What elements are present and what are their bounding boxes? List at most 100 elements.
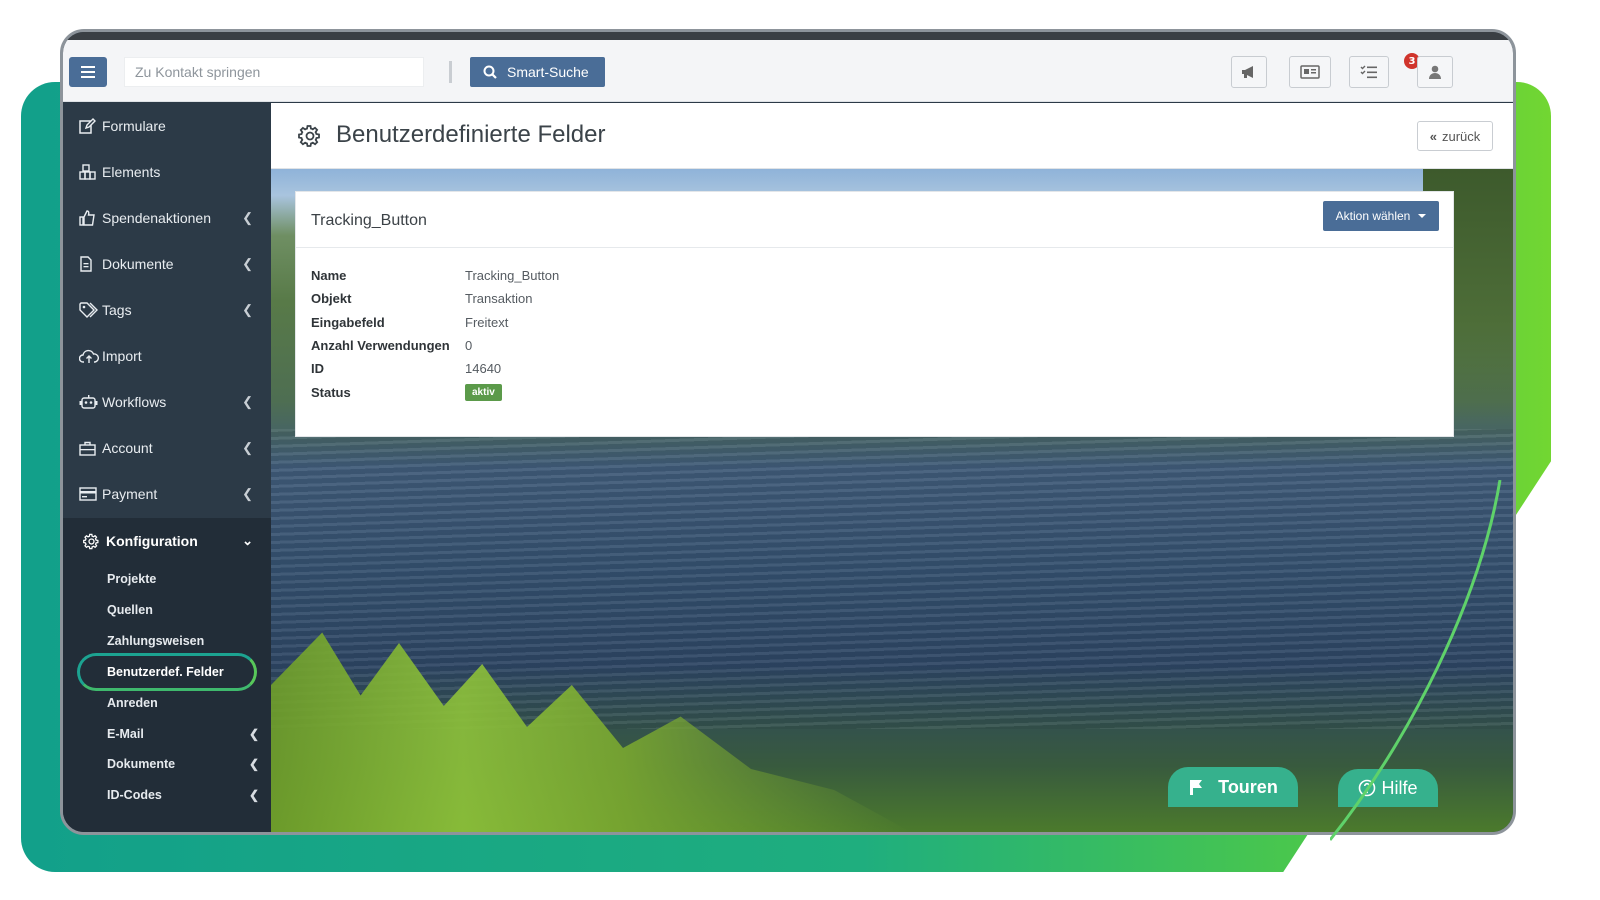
- window-top-bar: [63, 32, 1513, 40]
- caret-down-icon: [1418, 214, 1427, 218]
- active-item-highlight: [77, 653, 257, 691]
- sidebar-item-spendenaktionen[interactable]: Spendenaktionen ❮: [63, 195, 271, 241]
- contact-jump-input[interactable]: [124, 57, 424, 87]
- submenu-label: Dokumente: [107, 757, 176, 771]
- field-properties-list: Name Tracking_Button Objekt Transaktion Ei…: [311, 264, 559, 404]
- chevron-left-icon: ❮: [242, 486, 253, 501]
- top-header: Smart-Suche 3: [63, 40, 1513, 102]
- sidebar-item-import[interactable]: Import: [63, 333, 271, 379]
- megaphone-icon: [1242, 66, 1253, 78]
- user-profile-button[interactable]: [1417, 56, 1453, 88]
- chevron-left-icon: ❮: [242, 394, 253, 409]
- app-window: Smart-Suche 3 Formulare Elements Spenden…: [60, 29, 1516, 835]
- gear-icon: [83, 532, 103, 550]
- property-value: Transaktion: [465, 291, 533, 307]
- chevron-left-icon: ❮: [248, 788, 259, 802]
- thumbs-up-icon: [79, 209, 99, 227]
- property-row: Status aktiv: [311, 380, 559, 403]
- property-row: Eingabefeld Freitext: [311, 311, 559, 334]
- edit-icon: [79, 117, 99, 135]
- cloud-upload-icon: [79, 347, 99, 365]
- menu-toggle-button[interactable]: [69, 57, 107, 87]
- submenu-item-e-mail[interactable]: E-Mail ❮: [107, 722, 267, 746]
- elements-icon: [79, 163, 99, 181]
- robot-icon: [79, 393, 99, 411]
- announcements-button[interactable]: [1231, 56, 1267, 88]
- sidebar-item-label: Konfiguration: [106, 533, 198, 549]
- back-label: zurück: [1441, 128, 1481, 144]
- property-row: Name Tracking_Button: [311, 264, 559, 287]
- property-key: Eingabefeld: [311, 314, 385, 330]
- chevron-left-icon: ❮: [242, 210, 253, 225]
- back-button[interactable]: « zurück: [1417, 121, 1493, 151]
- chevron-down-icon: ⌄: [242, 533, 253, 548]
- chevron-left-icon: ❮: [242, 440, 253, 455]
- status-badge: aktiv: [465, 383, 502, 401]
- sidebar: Formulare Elements Spendenaktionen ❮ Dok…: [63, 103, 271, 832]
- tags-icon: [79, 301, 99, 319]
- property-value: Tracking_Button: [465, 268, 560, 284]
- sidebar-item-tags[interactable]: Tags ❮: [63, 287, 271, 333]
- sidebar-item-formulare[interactable]: Formulare: [63, 103, 271, 149]
- submenu-label: Zahlungsweisen: [107, 634, 205, 648]
- tours-button[interactable]: Touren: [1168, 767, 1298, 807]
- chevron-left-icon: ❮: [242, 256, 253, 271]
- submenu-label: Quellen: [107, 603, 153, 617]
- property-value: 0: [465, 338, 473, 354]
- help-button[interactable]: Hilfe: [1338, 769, 1438, 807]
- property-value: Freitext: [465, 314, 509, 330]
- property-key: ID: [311, 361, 324, 377]
- submenu-item-quellen[interactable]: Quellen: [107, 598, 267, 622]
- sidebar-item-label: Import: [102, 348, 142, 364]
- submenu-item-anreden[interactable]: Anreden: [107, 691, 267, 715]
- submenu-item-dokumente[interactable]: Dokumente ❮: [107, 752, 267, 776]
- sidebar-item-label: Tags: [102, 302, 132, 318]
- hamburger-icon: [81, 66, 95, 78]
- submenu-item-projekte[interactable]: Projekte: [107, 567, 267, 591]
- sidebar-item-account[interactable]: Account ❮: [63, 425, 271, 471]
- sidebar-item-elements[interactable]: Elements: [63, 149, 271, 195]
- page-header: Benutzerdefinierte Felder « zurück: [271, 103, 1513, 169]
- main-content: Benutzerdefinierte Felder « zurück Track…: [271, 103, 1513, 832]
- property-value: 14640: [465, 361, 502, 377]
- smart-search-label: Smart-Suche: [507, 64, 589, 80]
- submenu-label: E-Mail: [107, 727, 144, 741]
- card-title: Tracking_Button: [311, 212, 427, 229]
- contact-card-button[interactable]: [1289, 56, 1331, 88]
- submenu-label: Projekte: [107, 572, 157, 586]
- sidebar-item-workflows[interactable]: Workflows ❮: [63, 379, 271, 425]
- double-chevron-left-icon: «: [1429, 128, 1437, 144]
- sidebar-item-label: Payment: [102, 486, 158, 502]
- user-icon: [1429, 65, 1441, 79]
- property-key: Objekt: [311, 291, 352, 307]
- task-list-icon: [1360, 65, 1377, 79]
- sidebar-item-label: Workflows: [102, 394, 167, 410]
- question-circle-icon: [1359, 779, 1376, 797]
- submenu-item-zahlungsweisen[interactable]: Zahlungsweisen: [107, 629, 267, 653]
- tours-label: Touren: [1218, 776, 1278, 797]
- tasks-button[interactable]: [1349, 56, 1389, 88]
- sidebar-item-dokumente[interactable]: Dokumente ❮: [63, 241, 271, 287]
- header-separator: [449, 61, 452, 83]
- field-detail-card: Tracking_Button Aktion wählen Name Tracki…: [295, 191, 1454, 437]
- sidebar-item-label: Spendenaktionen: [102, 210, 211, 226]
- sidebar-item-payment[interactable]: Payment ❮: [63, 471, 271, 517]
- submenu-item-id-codes[interactable]: ID-Codes ❮: [107, 783, 267, 807]
- property-key: Status: [311, 384, 351, 400]
- page-title: Benutzerdefinierte Felder: [336, 121, 606, 148]
- document-icon: [79, 255, 99, 273]
- property-row: ID 14640: [311, 357, 559, 380]
- smart-search-button[interactable]: Smart-Suche: [470, 57, 605, 87]
- property-row: Anzahl Verwendungen 0: [311, 334, 559, 357]
- water-ripples: [271, 429, 1513, 729]
- card-header: Tracking_Button Aktion wählen: [296, 192, 1453, 248]
- submenu-label: Anreden: [107, 696, 158, 710]
- submenu-label: ID-Codes: [107, 788, 162, 802]
- chevron-left-icon: ❮: [242, 302, 253, 317]
- sidebar-item-konfiguration[interactable]: Konfiguration ⌄: [63, 518, 271, 564]
- sidebar-item-label: Elements: [102, 164, 161, 180]
- sidebar-item-label: Formulare: [102, 118, 166, 134]
- sidebar-item-label: Account: [102, 440, 153, 456]
- choose-action-dropdown[interactable]: Aktion wählen: [1323, 201, 1439, 231]
- property-key: Name: [311, 268, 347, 284]
